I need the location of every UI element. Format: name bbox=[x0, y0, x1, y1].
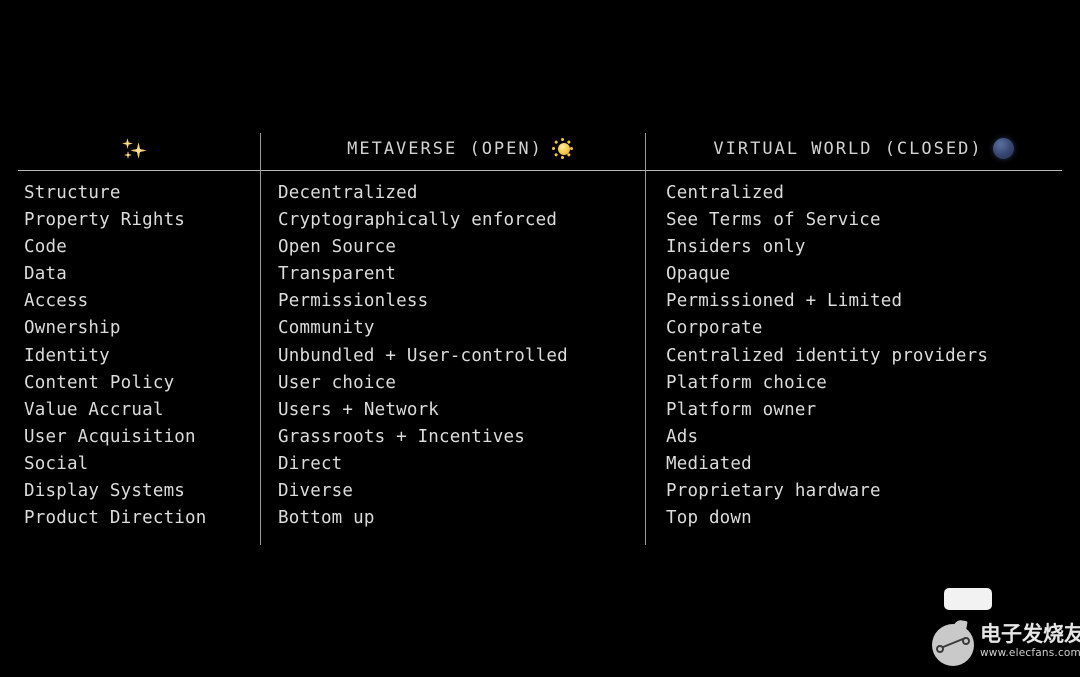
table-cell-virtual-world: See Terms of Service bbox=[666, 210, 881, 231]
table-cell-metaverse: Users + Network bbox=[278, 399, 440, 420]
table-cell-virtual-world: Proprietary hardware bbox=[666, 481, 881, 502]
table-cell-attribute: User Acquisition bbox=[24, 426, 196, 447]
sun-icon bbox=[552, 137, 575, 160]
slide-canvas: METAVERSE (OPEN) VIRTUAL WORLD (CLOSED) bbox=[0, 0, 1080, 677]
table-cell-virtual-world: Mediated bbox=[666, 453, 752, 474]
table-cell-virtual-world: Top down bbox=[666, 508, 752, 529]
blue-planet-icon bbox=[992, 138, 1015, 160]
table-cell-attribute: Access bbox=[24, 291, 89, 312]
table-cell-metaverse: Cryptographically enforced bbox=[278, 210, 558, 231]
table-cell-virtual-world: Permissioned + Limited bbox=[666, 291, 903, 312]
watermark: 电子发烧友 www.elecfans.com bbox=[918, 588, 1080, 674]
table-cell-metaverse: Direct bbox=[278, 453, 343, 474]
table-cell-virtual-world: Platform choice bbox=[666, 372, 828, 393]
table-cell-virtual-world: Insiders only bbox=[666, 237, 806, 258]
column-header-metaverse: METAVERSE (OPEN) bbox=[266, 128, 656, 170]
table-cell-metaverse: Bottom up bbox=[278, 508, 375, 529]
sparkles-icon bbox=[122, 138, 147, 160]
column-header-virtual-world-label: VIRTUAL WORLD (CLOSED) bbox=[713, 139, 983, 159]
column-divider-2 bbox=[645, 133, 646, 545]
table-cell-metaverse: User choice bbox=[278, 372, 397, 393]
table-cell-attribute: Data bbox=[24, 264, 67, 285]
column-header-attributes bbox=[18, 128, 258, 170]
table-cell-metaverse: Community bbox=[278, 318, 375, 339]
header-divider-rule bbox=[18, 170, 1062, 171]
column-header-metaverse-label: METAVERSE (OPEN) bbox=[347, 139, 543, 159]
table-cell-attribute: Display Systems bbox=[24, 481, 186, 502]
table-cell-metaverse: Permissionless bbox=[278, 291, 429, 312]
table-cell-virtual-world: Corporate bbox=[666, 318, 763, 339]
table-cell-attribute: Structure bbox=[24, 183, 121, 203]
watermark-site-url: www.elecfans.com bbox=[980, 647, 1080, 659]
table-cell-attribute: Ownership bbox=[24, 318, 121, 339]
table-cell-virtual-world: Ads bbox=[666, 426, 699, 447]
table-cell-metaverse: Transparent bbox=[278, 264, 397, 285]
table-cell-virtual-world: Centralized bbox=[666, 183, 785, 203]
table-cell-metaverse: Grassroots + Incentives bbox=[278, 426, 525, 447]
column-attributes: Structure Property Rights Code Data Acce… bbox=[24, 180, 256, 532]
column-divider-1 bbox=[260, 133, 261, 545]
table-cell-attribute: Code bbox=[24, 237, 67, 258]
table-cell-metaverse: Open Source bbox=[278, 237, 397, 258]
table-cell-attribute: Social bbox=[24, 453, 89, 474]
watermark-highlight-box bbox=[944, 588, 992, 610]
table-cell-attribute: Property Rights bbox=[24, 210, 186, 231]
table-cell-attribute: Value Accrual bbox=[24, 399, 164, 420]
column-virtual-world: Centralized See Terms of Service Insider… bbox=[666, 180, 1062, 532]
table-cell-attribute: Identity bbox=[24, 345, 110, 366]
column-header-virtual-world: VIRTUAL WORLD (CLOSED) bbox=[666, 128, 1062, 170]
table-cell-attribute: Product Direction bbox=[24, 508, 207, 529]
comparison-table: METAVERSE (OPEN) VIRTUAL WORLD (CLOSED) bbox=[18, 128, 1062, 548]
table-cell-metaverse: Unbundled + User-controlled bbox=[278, 345, 568, 366]
watermark-text: 电子发烧友 www.elecfans.com bbox=[980, 622, 1080, 660]
table-cell-attribute: Content Policy bbox=[24, 372, 175, 393]
table-cell-virtual-world: Centralized identity providers bbox=[666, 345, 989, 366]
elecfans-logo-icon bbox=[932, 618, 978, 666]
table-cell-metaverse: Diverse bbox=[278, 481, 354, 502]
table-cell-virtual-world: Opaque bbox=[666, 264, 731, 285]
table-cell-virtual-world: Platform owner bbox=[666, 399, 817, 420]
watermark-site-name: 电子发烧友 bbox=[980, 622, 1080, 646]
column-metaverse: Decentralized Cryptographically enforced… bbox=[278, 180, 640, 532]
table-cell-metaverse: Decentralized bbox=[278, 183, 418, 203]
table-header-row: METAVERSE (OPEN) VIRTUAL WORLD (CLOSED) bbox=[18, 128, 1062, 170]
